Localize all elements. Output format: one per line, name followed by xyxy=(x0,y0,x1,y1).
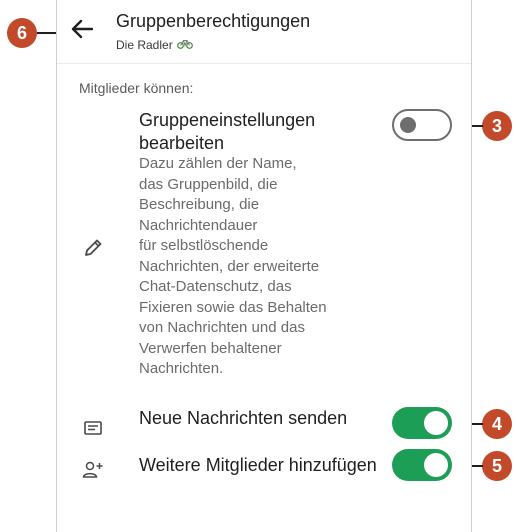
callout-3: 3 xyxy=(482,111,512,141)
setting-send-messages[interactable]: Neue Nachrichten senden xyxy=(57,405,471,451)
back-button[interactable] xyxy=(67,16,97,46)
callout-6: 6 xyxy=(7,18,37,48)
bicycle-icon xyxy=(176,38,193,52)
setting-send-title: Neue Nachrichten senden xyxy=(139,408,348,428)
toggle-knob xyxy=(424,453,448,477)
toggle-send-messages[interactable] xyxy=(392,407,452,439)
setting-edit-title: Gruppeneinstellungen bearbeiten xyxy=(139,110,316,153)
page-title: Gruppenberechtigungen xyxy=(116,11,311,31)
section-label: Mitglieder können: xyxy=(79,80,194,96)
setting-edit-group-settings[interactable]: Gruppeneinstellungen bearbeiten Dazu zäh… xyxy=(57,104,471,384)
toggle-knob xyxy=(424,411,448,435)
phone-screen: Gruppenberechtigungen Die Radler Mitglie… xyxy=(56,0,472,532)
callout-5: 5 xyxy=(482,451,512,481)
setting-edit-description: Dazu zählen der Name, das Gruppenbild, d… xyxy=(139,155,327,377)
arrow-left-icon xyxy=(71,19,94,44)
group-name-text: Die Radler xyxy=(116,38,173,52)
toggle-knob xyxy=(400,117,416,133)
group-name: Die Radler xyxy=(116,38,193,52)
add-person-icon xyxy=(79,456,107,484)
toggle-edit-group-settings[interactable] xyxy=(392,109,452,141)
callout-4: 4 xyxy=(482,409,512,439)
setting-add-members[interactable]: Weitere Mitglieder hinzufügen xyxy=(57,448,471,498)
message-icon xyxy=(79,415,107,443)
setting-add-title: Weitere Mitglieder hinzufügen xyxy=(139,455,377,475)
toggle-add-members[interactable] xyxy=(392,449,452,481)
app-bar: Gruppenberechtigungen Die Radler xyxy=(57,0,471,64)
pencil-icon xyxy=(79,234,107,262)
